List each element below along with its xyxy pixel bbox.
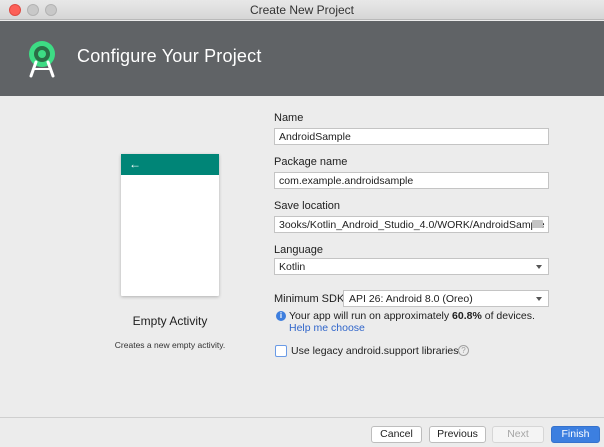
preview-toolbar: ← [121, 154, 219, 175]
header-banner: Configure Your Project [0, 21, 604, 96]
name-label: Name [274, 112, 304, 124]
next-button[interactable]: Next [492, 426, 544, 443]
minimum-sdk-label: Minimum SDK [274, 293, 345, 305]
minimum-sdk-select[interactable]: API 26: Android 8.0 (Oreo) [343, 290, 549, 307]
footer-divider [0, 417, 604, 418]
save-location-field[interactable]: 3ooks/Kotlin_Android_Studio_4.0/WORK/And… [274, 216, 549, 233]
activity-preview: ← [121, 154, 219, 296]
language-label: Language [274, 244, 323, 256]
legacy-support-label[interactable]: Use legacy android.support libraries [291, 345, 459, 357]
window-title: Create New Project [249, 3, 355, 17]
page-title: Configure Your Project [77, 46, 262, 66]
info-icon: i [276, 311, 286, 321]
package-name-field[interactable]: com.example.androidsample [274, 172, 549, 189]
help-me-choose-link[interactable]: Help me choose [289, 322, 365, 334]
question-mark-icon[interactable]: ? [458, 345, 469, 356]
chevron-down-icon [536, 297, 542, 301]
folder-icon[interactable] [532, 220, 543, 228]
activity-name: Empty Activity [132, 314, 208, 328]
cancel-button[interactable]: Cancel [371, 426, 422, 443]
finish-button[interactable]: Finish [551, 426, 600, 443]
device-coverage-text: Your app will run on approximately 60.8%… [289, 310, 535, 322]
save-location-value: 3ooks/Kotlin_Android_Studio_4.0/WORK/And… [279, 219, 545, 231]
title-bar: Create New Project [0, 0, 604, 20]
language-value: Kotlin [279, 261, 306, 273]
legacy-support-checkbox[interactable] [275, 345, 287, 357]
name-field[interactable]: AndroidSample [274, 128, 549, 145]
save-location-label: Save location [274, 200, 341, 212]
language-select[interactable]: Kotlin [274, 258, 549, 275]
android-studio-logo-icon [29, 41, 55, 78]
coverage-percent: 60.8% [452, 310, 482, 322]
back-arrow-icon: ← [129, 157, 141, 171]
previous-button[interactable]: Previous [429, 426, 486, 443]
activity-description: Creates a new empty activity. [114, 340, 226, 350]
chevron-down-icon [536, 265, 542, 269]
minimum-sdk-value: API 26: Android 8.0 (Oreo) [349, 293, 473, 305]
package-name-label: Package name [274, 156, 348, 168]
